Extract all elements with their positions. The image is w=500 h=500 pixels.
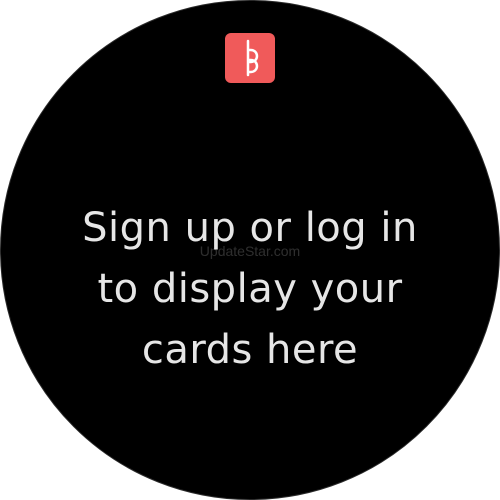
app-logo-icon	[225, 33, 275, 83]
message-line-3: cards here	[141, 327, 359, 373]
message-line-1: Sign up or log in	[82, 205, 418, 251]
sign-in-message: Sign up or log in to display your cards …	[40, 198, 460, 381]
b-p-logo-icon	[246, 39, 259, 77]
message-line-2: to display your	[97, 266, 403, 312]
screen: Sign up or log in to display your cards …	[0, 0, 500, 500]
